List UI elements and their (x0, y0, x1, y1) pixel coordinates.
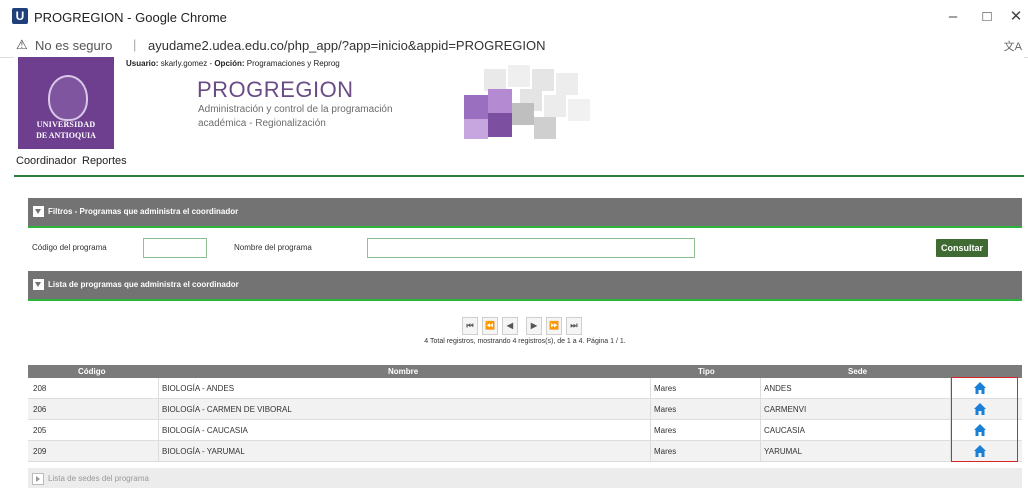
user-info: Usuario: skarly.gomez - Opción: Programa… (126, 59, 340, 68)
cell-sede: ANDES (764, 384, 792, 393)
cell-nombre: BIOLOGÍA - CARMEN DE VIBORAL (162, 405, 292, 414)
translate-icon[interactable]: 文A (1004, 38, 1022, 54)
menu-item-reportes[interactable]: Reportes (82, 155, 127, 167)
cell-sede: CAUCASIA (764, 426, 805, 435)
page-content: UNIVERSIDAD DE ANTIOQUIA Usuario: skarly… (14, 57, 1024, 491)
close-button[interactable]: ✕ (1005, 6, 1027, 28)
column-header-sede: Sede (848, 367, 868, 376)
cell-codigo: 208 (33, 384, 47, 393)
prev-page-button[interactable]: ◀ (502, 317, 518, 335)
table-row[interactable]: 209 BIOLOGÍA - YARUMAL Mares YARUMAL (28, 441, 1022, 462)
code-label: Código del programa (32, 243, 107, 252)
cell-sede: CARMENVI (764, 405, 807, 414)
filters-form: Código del programa Nombre del programa … (28, 230, 1022, 268)
list-section-title: Lista de programas que administra el coo… (48, 280, 239, 289)
browser-titlebar: U PROGREGION - Google Chrome – □ ✕ (0, 0, 1028, 36)
user-value: skarly.gomez (160, 59, 208, 68)
highlight-box (951, 377, 1018, 462)
cell-tipo: Mares (654, 447, 677, 456)
table-row[interactable]: 205 BIOLOGÍA - CAUCASIA Mares CAUCASIA (28, 420, 1022, 441)
app-subtitle-2: académica - Regionalización (198, 118, 326, 129)
list-section-header[interactable]: Lista de programas que administra el coo… (28, 271, 1022, 301)
table-row[interactable]: 206 BIOLOGÍA - CARMEN DE VIBORAL Mares C… (28, 399, 1022, 420)
first-page-button[interactable]: ⏮ (462, 317, 478, 335)
app-subtitle-1: Administración y control de la programac… (198, 104, 393, 115)
option-label: Opción: (214, 59, 245, 68)
column-header-nombre: Nombre (388, 367, 419, 376)
sedes-section-title: Lista de sedes del programa (48, 474, 149, 483)
filters-section-title: Filtros - Programas que administra el co… (48, 207, 239, 216)
pager: ⏮ ⏪ ◀ ▶ ⏩ ⏭ 4 Total registros, mostrando… (28, 305, 1022, 355)
maximize-button[interactable]: □ (976, 6, 998, 28)
window-title: PROGREGION - Google Chrome (34, 10, 227, 25)
option-value: Programaciones y Reprog (246, 59, 340, 68)
consultar-button[interactable]: Consultar (936, 239, 988, 257)
cubes-graphic (464, 65, 590, 139)
pager-info: 4 Total registros, mostrando 4 registros… (424, 338, 626, 345)
last-page-button[interactable]: ⏭ (566, 317, 582, 335)
app-name: PROGREGION (197, 77, 354, 102)
prev-block-button[interactable]: ⏪ (482, 317, 498, 335)
app-header: UNIVERSIDAD DE ANTIOQUIA Usuario: skarly… (14, 57, 1024, 149)
cell-codigo: 206 (33, 405, 47, 414)
address-separator: | (133, 37, 137, 52)
cell-tipo: Mares (654, 405, 677, 414)
main-menu: Coordinador Reportes (14, 149, 1024, 177)
table-header: Código Nombre Tipo Sede (28, 365, 1022, 378)
cell-codigo: 209 (33, 447, 47, 456)
address-bar[interactable]: ⚠ No es seguro | ayudame2.udea.edu.co/ph… (0, 35, 1028, 58)
table-row[interactable]: 208 BIOLOGÍA - ANDES Mares ANDES (28, 378, 1022, 399)
warning-icon[interactable]: ⚠ (16, 37, 28, 53)
university-logo: UNIVERSIDAD DE ANTIOQUIA (18, 57, 114, 149)
column-header-tipo: Tipo (698, 367, 715, 376)
code-input[interactable] (143, 238, 207, 258)
next-block-button[interactable]: ⏩ (546, 317, 562, 335)
app-icon: U (12, 8, 28, 24)
name-label: Nombre del programa (234, 243, 312, 252)
user-label: Usuario: (126, 59, 159, 68)
cell-tipo: Mares (654, 426, 677, 435)
security-label[interactable]: No es seguro (35, 38, 112, 53)
collapse-icon[interactable] (33, 279, 44, 290)
minimize-button[interactable]: – (942, 6, 964, 28)
logo-line2: DE ANTIOQUIA (36, 131, 96, 140)
cell-nombre: BIOLOGÍA - YARUMAL (162, 447, 245, 456)
name-input[interactable] (367, 238, 695, 258)
cell-tipo: Mares (654, 384, 677, 393)
cell-nombre: BIOLOGÍA - CAUCASIA (162, 426, 248, 435)
filters-section-header[interactable]: Filtros - Programas que administra el co… (28, 198, 1022, 228)
url-text[interactable]: ayudame2.udea.edu.co/php_app/?app=inicio… (148, 38, 546, 53)
next-page-button[interactable]: ▶ (526, 317, 542, 335)
cell-sede: YARUMAL (764, 447, 803, 456)
logo-line1: UNIVERSIDAD (36, 120, 96, 129)
expand-icon[interactable] (32, 473, 44, 485)
column-header-codigo: Código (78, 367, 106, 376)
seal-icon (48, 75, 88, 121)
cell-nombre: BIOLOGÍA - ANDES (162, 384, 235, 393)
menu-item-coordinador[interactable]: Coordinador (16, 155, 77, 167)
cell-codigo: 205 (33, 426, 47, 435)
sedes-section-header[interactable]: Lista de sedes del programa (28, 468, 1022, 488)
collapse-icon[interactable] (33, 206, 44, 217)
